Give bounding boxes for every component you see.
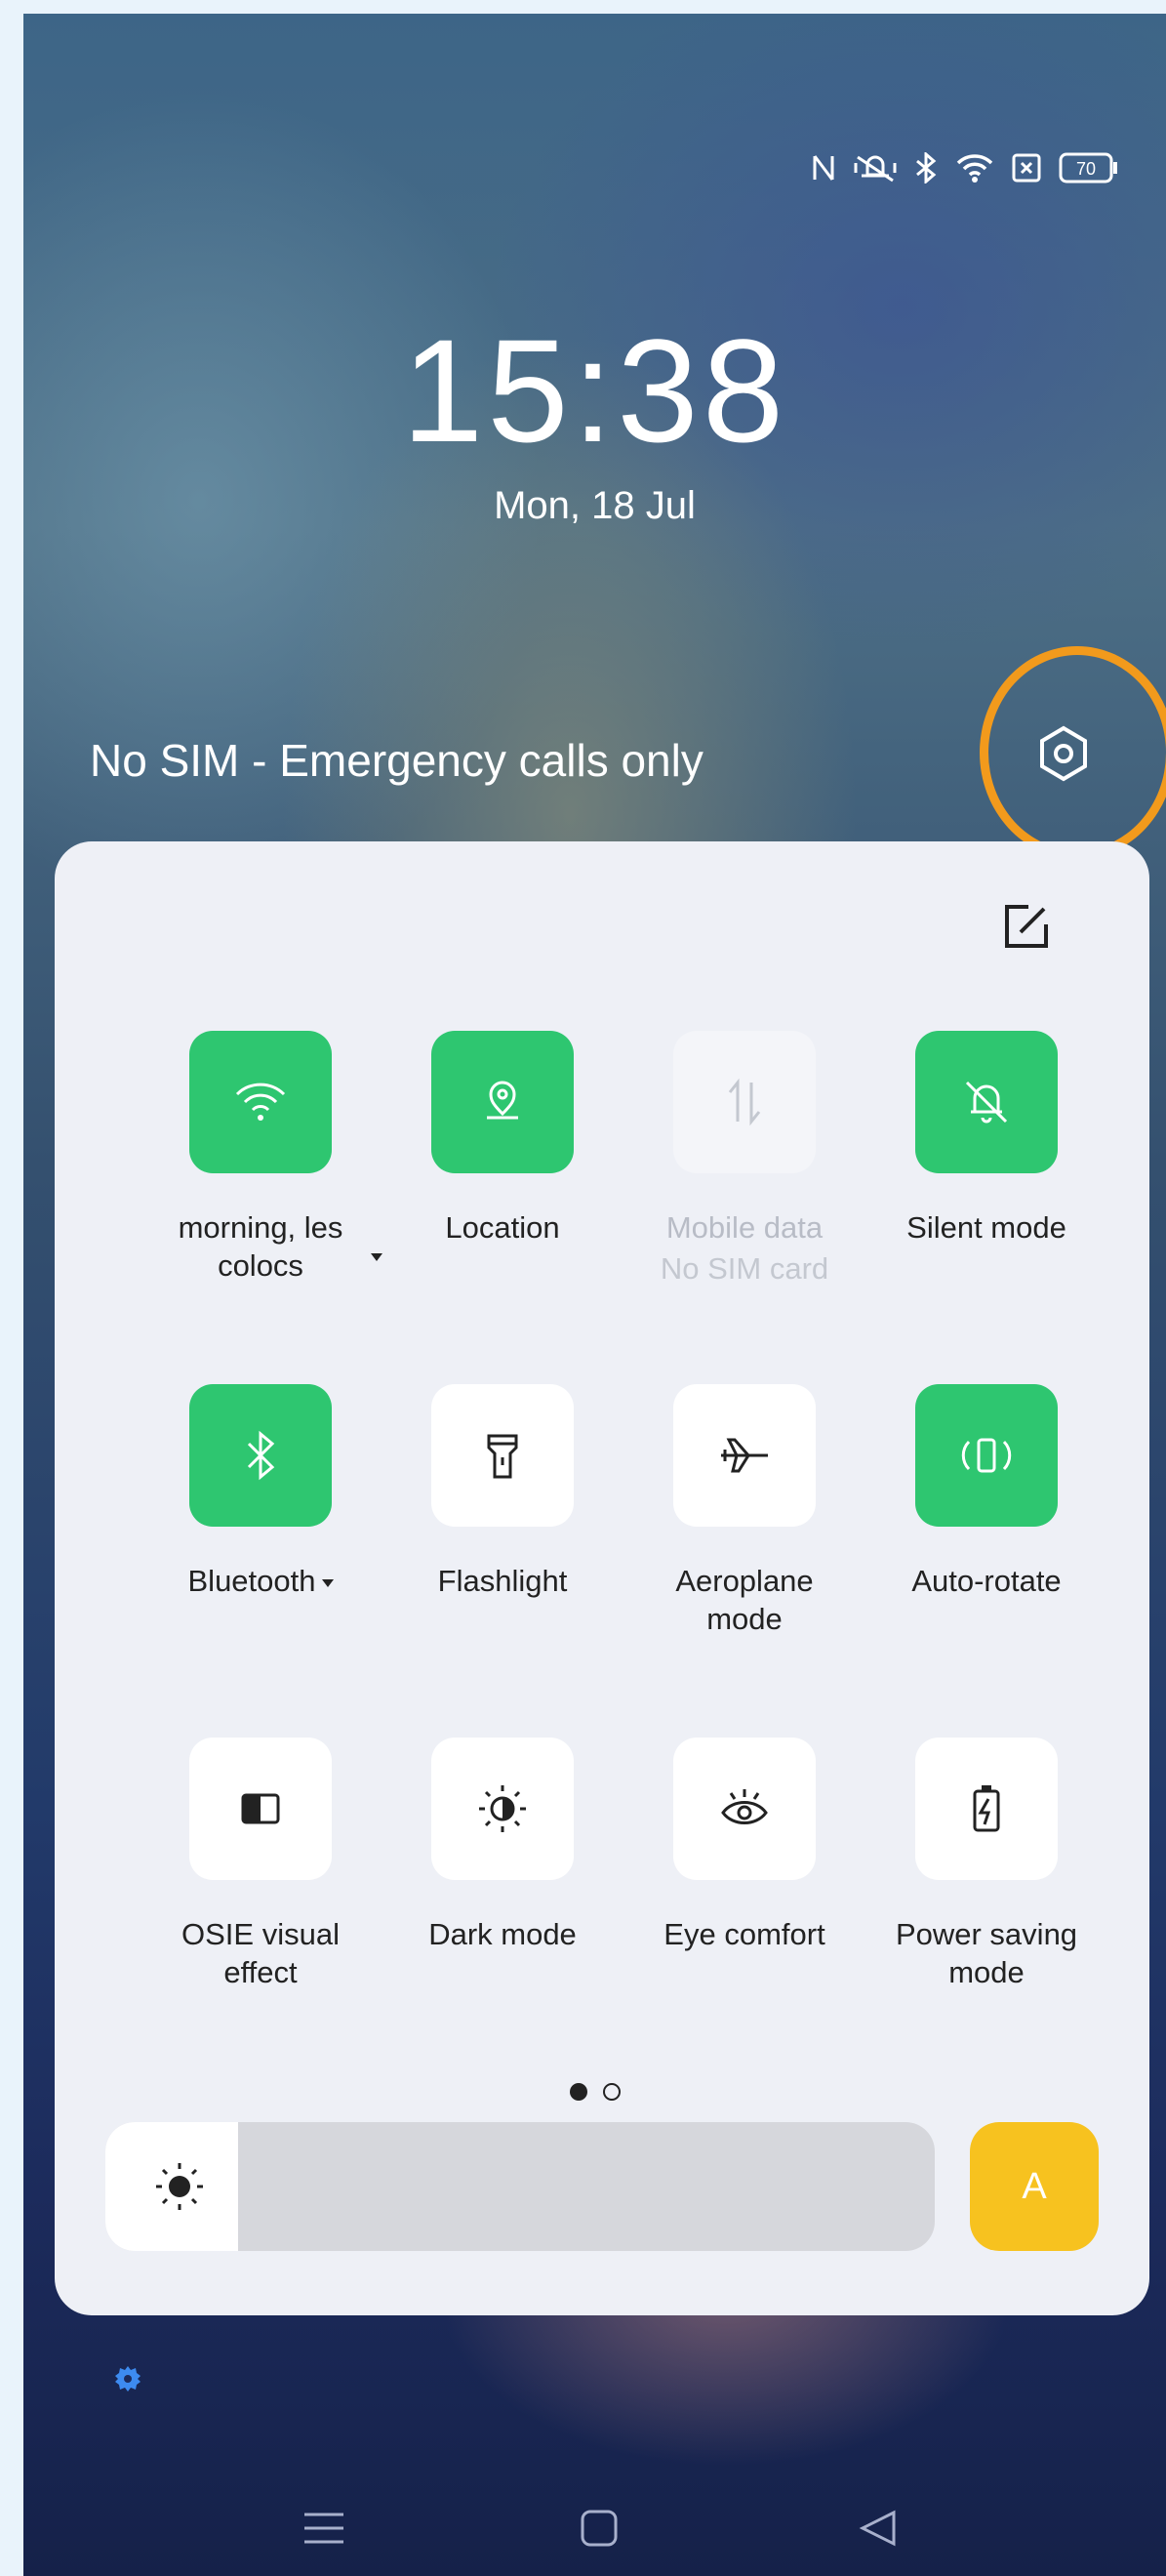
- sim-x-icon: [1012, 153, 1041, 183]
- tile-label: Eye comfort: [663, 1917, 825, 1951]
- tile-aeroplane-mode[interactable]: Aeroplane mode: [624, 1384, 864, 1638]
- mobile-data-icon: [728, 1078, 761, 1126]
- bluetooth-label: Bluetooth: [187, 1564, 316, 1598]
- tile-label: Power saving mode: [895, 1917, 1078, 1989]
- bluetooth-icon: [247, 1430, 275, 1481]
- eye-icon: [721, 1789, 768, 1824]
- bluetooth-icon: [916, 152, 937, 184]
- tile-location[interactable]: Location: [382, 1031, 623, 1247]
- phone-screen: 70 15:38 Mon, 18 Jul No SIM - Emergency …: [23, 14, 1166, 2576]
- status-bar: 70: [811, 152, 1119, 184]
- flashlight-tile-button[interactable]: [431, 1384, 574, 1527]
- home-nav-icon[interactable]: [580, 2509, 619, 2548]
- tile-label: Aeroplane mode: [675, 1564, 814, 1636]
- brightness-sun-icon: [156, 2163, 203, 2210]
- silent-tile-button[interactable]: [915, 1031, 1058, 1173]
- edit-icon[interactable]: [999, 899, 1054, 954]
- vibrate-icon: [854, 155, 897, 183]
- tile-auto-rotate[interactable]: Auto-rotate: [866, 1384, 1106, 1600]
- tile-flashlight[interactable]: Flashlight: [382, 1384, 623, 1600]
- tile-bluetooth[interactable]: Bluetooth: [141, 1384, 381, 1600]
- aeroplane-tile-button[interactable]: [673, 1384, 816, 1527]
- tile-label: Bluetooth: [141, 1562, 381, 1600]
- wifi-icon: [235, 1083, 286, 1121]
- lockscreen-clock: 15:38: [401, 308, 788, 472]
- tile-label: Auto-rotate: [911, 1564, 1062, 1598]
- osie-icon: [241, 1793, 280, 1824]
- airplane-icon: [721, 1438, 768, 1473]
- auto-brightness-button[interactable]: A: [970, 2122, 1099, 2251]
- tile-dark-mode[interactable]: Dark mode: [382, 1738, 623, 1953]
- back-nav-icon[interactable]: [859, 2509, 898, 2548]
- tile-label: Location: [445, 1210, 560, 1245]
- menu-nav-icon[interactable]: [302, 2509, 345, 2548]
- page-dot-inactive[interactable]: [602, 2083, 621, 2101]
- tile-silent-mode[interactable]: Silent mode: [866, 1031, 1106, 1247]
- location-tile-button[interactable]: [431, 1031, 574, 1173]
- tile-wifi[interactable]: morning, les colocs: [141, 1031, 381, 1285]
- osie-tile-button[interactable]: [189, 1738, 332, 1880]
- tile-mobile-data[interactable]: Mobile data No SIM card: [624, 1031, 864, 1291]
- highlight-ring: [980, 646, 1166, 859]
- wifi-tile-button[interactable]: [189, 1031, 332, 1173]
- tile-label: morning, les colocs: [178, 1210, 343, 1283]
- tile-label: Flashlight: [437, 1564, 568, 1598]
- lockscreen-date: Mon, 18 Jul: [494, 484, 696, 527]
- bluetooth-tile-button[interactable]: [189, 1384, 332, 1527]
- tile-osie-visual-effect[interactable]: OSIE visual effect: [141, 1738, 381, 1991]
- location-pin-icon: [487, 1081, 518, 1120]
- tile-power-saving-mode[interactable]: Power saving mode: [866, 1738, 1106, 1991]
- tile-sublabel: No SIM card: [660, 1251, 829, 1286]
- mobile-data-tile-button[interactable]: [673, 1031, 816, 1173]
- bluetooth-dropdown-caret[interactable]: [321, 1578, 334, 1587]
- wifi-dropdown-caret[interactable]: [371, 1253, 382, 1261]
- battery-level-text: 70: [1076, 159, 1096, 179]
- battery-saver-icon: [973, 1785, 1000, 1832]
- battery-icon: 70: [1059, 152, 1117, 184]
- tile-label: OSIE visual effect: [181, 1917, 340, 1989]
- auto-rotate-tile-button[interactable]: [915, 1384, 1058, 1527]
- tile-eye-comfort[interactable]: Eye comfort: [624, 1738, 864, 1953]
- page-dot-active[interactable]: [569, 2083, 587, 2101]
- dark-mode-tile-button[interactable]: [431, 1738, 574, 1880]
- nfc-icon: [813, 155, 834, 181]
- tile-label: Silent mode: [906, 1210, 1066, 1245]
- settings-gear-icon[interactable]: [113, 2364, 142, 2393]
- tile-label: Dark mode: [428, 1917, 577, 1951]
- carrier-status-text: No SIM - Emergency calls only: [90, 735, 704, 786]
- tile-label: Mobile data: [665, 1210, 824, 1245]
- power-saving-tile-button[interactable]: [915, 1738, 1058, 1880]
- bell-off-icon: [965, 1081, 1008, 1124]
- brightness-slider[interactable]: [105, 2122, 935, 2251]
- rotate-icon: [961, 1438, 1012, 1473]
- wifi-icon: [956, 154, 993, 183]
- dark-mode-icon: [479, 1785, 526, 1832]
- flashlight-icon: [487, 1434, 518, 1479]
- page-indicator: [23, 2083, 1166, 2101]
- eye-comfort-tile-button[interactable]: [673, 1738, 816, 1880]
